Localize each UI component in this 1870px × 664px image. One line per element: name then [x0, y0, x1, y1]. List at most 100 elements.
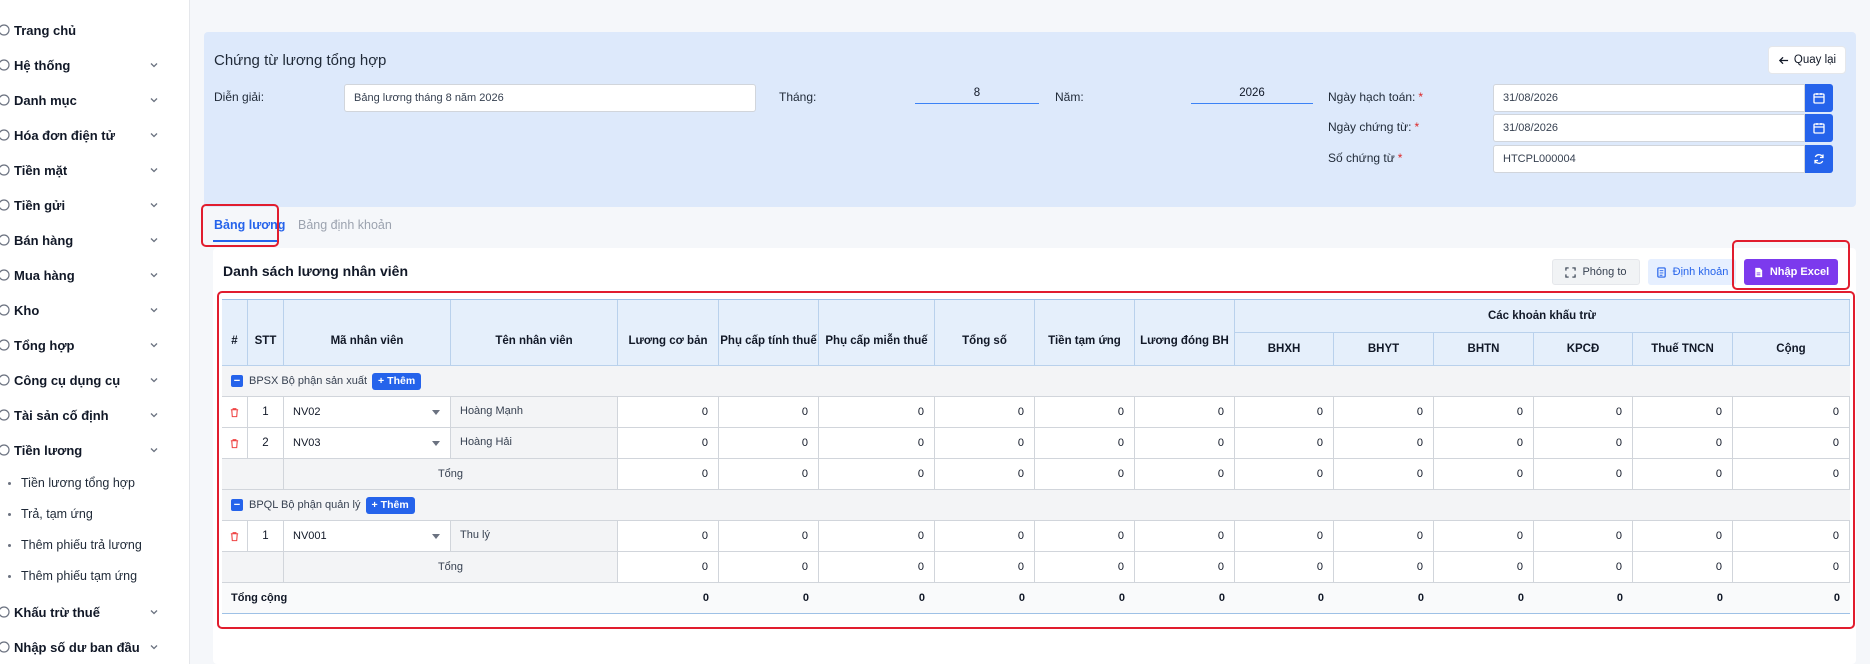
nam-input[interactable]: 2026 [1191, 82, 1313, 104]
value-cell[interactable]: 0 [1334, 397, 1434, 428]
value-cell[interactable]: 0 [618, 397, 719, 428]
so-chung-tu-input[interactable]: HTCPL000004 [1493, 145, 1805, 173]
value-cell[interactable]: 0 [1035, 397, 1135, 428]
value-cell[interactable]: 0 [1235, 521, 1334, 552]
value-cell[interactable]: 0 [719, 397, 819, 428]
delete-row-button[interactable] [222, 397, 248, 428]
value-cell[interactable]: 0 [1534, 552, 1633, 583]
value-cell[interactable]: 0 [1135, 521, 1235, 552]
value-cell[interactable]: 0 [1135, 552, 1235, 583]
sidebar-bottom-item-1[interactable]: Nhập số dư ban đầu [0, 633, 175, 661]
sidebar-item-12[interactable]: Tiền lương [0, 436, 175, 464]
ngay-hach-toan-input[interactable]: 31/08/2026 [1493, 84, 1805, 112]
value-cell[interactable]: 0 [1733, 459, 1850, 490]
collapse-icon[interactable]: − [231, 499, 243, 511]
sidebar-item-6[interactable]: Bán hàng [0, 226, 175, 254]
ngay-chung-tu-input[interactable]: 31/08/2026 [1493, 114, 1805, 142]
delete-row-button[interactable] [222, 521, 248, 552]
value-cell[interactable]: 0 [1334, 521, 1434, 552]
value-cell[interactable]: 0 [1035, 521, 1135, 552]
dinh-khoan-button[interactable]: Định khoản [1648, 259, 1736, 285]
value-cell[interactable]: 0 [1633, 521, 1733, 552]
value-cell[interactable]: 0 [719, 459, 819, 490]
value-cell[interactable]: 0 [1733, 428, 1850, 459]
value-cell[interactable]: 0 [1334, 428, 1434, 459]
value-cell[interactable]: 0 [1633, 552, 1733, 583]
value-cell[interactable]: 0 [935, 428, 1035, 459]
value-cell[interactable]: 0 [618, 459, 719, 490]
sidebar-bottom-item-0[interactable]: Khấu trừ thuế [0, 598, 175, 626]
sidebar-item-9[interactable]: Tổng hợp [0, 331, 175, 359]
sidebar-item-11[interactable]: Tài sản cố định [0, 401, 175, 429]
delete-row-button[interactable] [222, 428, 248, 459]
value-cell[interactable]: 0 [1633, 397, 1733, 428]
add-employee-button[interactable]: + Thêm [365, 496, 415, 514]
zoom-button[interactable]: Phóng to [1552, 259, 1640, 285]
sidebar-item-3[interactable]: Hóa đơn điện tử [0, 121, 175, 149]
value-cell[interactable]: 0 [1733, 552, 1850, 583]
value-cell[interactable]: 0 [1434, 521, 1534, 552]
value-cell[interactable]: 0 [819, 521, 935, 552]
sidebar-item-8[interactable]: Kho [0, 296, 175, 324]
sidebar-subitem-1[interactable]: Trả, tạm ứng [8, 502, 93, 526]
value-cell[interactable]: 0 [819, 552, 935, 583]
thang-input[interactable]: 8 [915, 82, 1039, 104]
value-cell[interactable]: 0 [1135, 459, 1235, 490]
value-cell[interactable]: 0 [1534, 459, 1633, 490]
sidebar-item-1[interactable]: Hệ thống [0, 51, 175, 79]
value-cell[interactable]: 0 [1733, 397, 1850, 428]
value-cell[interactable]: 0 [1534, 521, 1633, 552]
value-cell[interactable]: 0 [935, 552, 1035, 583]
back-button[interactable]: Quay lại [1768, 46, 1846, 74]
calendar-button-hach-toan[interactable] [1805, 84, 1833, 112]
value-cell[interactable]: 0 [719, 521, 819, 552]
sidebar-item-10[interactable]: Công cụ dụng cụ [0, 366, 175, 394]
sidebar-subitem-0[interactable]: Tiền lương tổng hợp [8, 471, 135, 495]
sidebar-item-0[interactable]: Trang chủ [0, 16, 175, 44]
refresh-button[interactable] [1805, 145, 1833, 173]
value-cell[interactable]: 0 [719, 428, 819, 459]
value-cell[interactable]: 0 [935, 521, 1035, 552]
value-cell[interactable]: 0 [819, 459, 935, 490]
employee-select[interactable]: NV02 [284, 397, 451, 428]
tab-bang-luong[interactable]: Bảng lương [214, 218, 285, 232]
value-cell[interactable]: 0 [1035, 459, 1135, 490]
import-excel-button[interactable]: Nhập Excel [1744, 259, 1838, 285]
value-cell[interactable]: 0 [719, 552, 819, 583]
value-cell[interactable]: 0 [819, 397, 935, 428]
sidebar-item-4[interactable]: Tiền mặt [0, 156, 175, 184]
sidebar-subitem-2[interactable]: Thêm phiếu trả lương [8, 533, 142, 557]
value-cell[interactable]: 0 [1035, 428, 1135, 459]
value-cell[interactable]: 0 [1235, 428, 1334, 459]
add-employee-button[interactable]: + Thêm [372, 372, 422, 390]
value-cell[interactable]: 0 [1534, 397, 1633, 428]
value-cell[interactable]: 0 [1534, 428, 1633, 459]
sidebar-item-5[interactable]: Tiền gửi [0, 191, 175, 219]
value-cell[interactable]: 0 [1135, 397, 1235, 428]
employee-select[interactable]: NV001 [284, 521, 451, 552]
sidebar-item-7[interactable]: Mua hàng [0, 261, 175, 289]
value-cell[interactable]: 0 [1434, 552, 1534, 583]
dien-giai-input[interactable]: Bảng lương tháng 8 năm 2026 [344, 84, 756, 112]
value-cell[interactable]: 0 [1235, 397, 1334, 428]
sidebar-subitem-3[interactable]: Thêm phiếu tạm ứng [8, 564, 137, 588]
sidebar-item-2[interactable]: Danh mục [0, 86, 175, 114]
value-cell[interactable]: 0 [618, 521, 719, 552]
value-cell[interactable]: 0 [1235, 459, 1334, 490]
value-cell[interactable]: 0 [1434, 428, 1534, 459]
value-cell[interactable]: 0 [1434, 459, 1534, 490]
value-cell[interactable]: 0 [618, 552, 719, 583]
value-cell[interactable]: 0 [1434, 397, 1534, 428]
value-cell[interactable]: 0 [819, 428, 935, 459]
employee-select[interactable]: NV03 [284, 428, 451, 459]
value-cell[interactable]: 0 [1035, 552, 1135, 583]
value-cell[interactable]: 0 [1135, 428, 1235, 459]
value-cell[interactable]: 0 [1334, 459, 1434, 490]
tab-bang-dinh-khoan[interactable]: Bảng định khoản [298, 218, 392, 232]
collapse-icon[interactable]: − [231, 375, 243, 387]
value-cell[interactable]: 0 [1633, 428, 1733, 459]
value-cell[interactable]: 0 [1334, 552, 1434, 583]
calendar-button-chung-tu[interactable] [1805, 114, 1833, 142]
value-cell[interactable]: 0 [935, 459, 1035, 490]
value-cell[interactable]: 0 [935, 397, 1035, 428]
